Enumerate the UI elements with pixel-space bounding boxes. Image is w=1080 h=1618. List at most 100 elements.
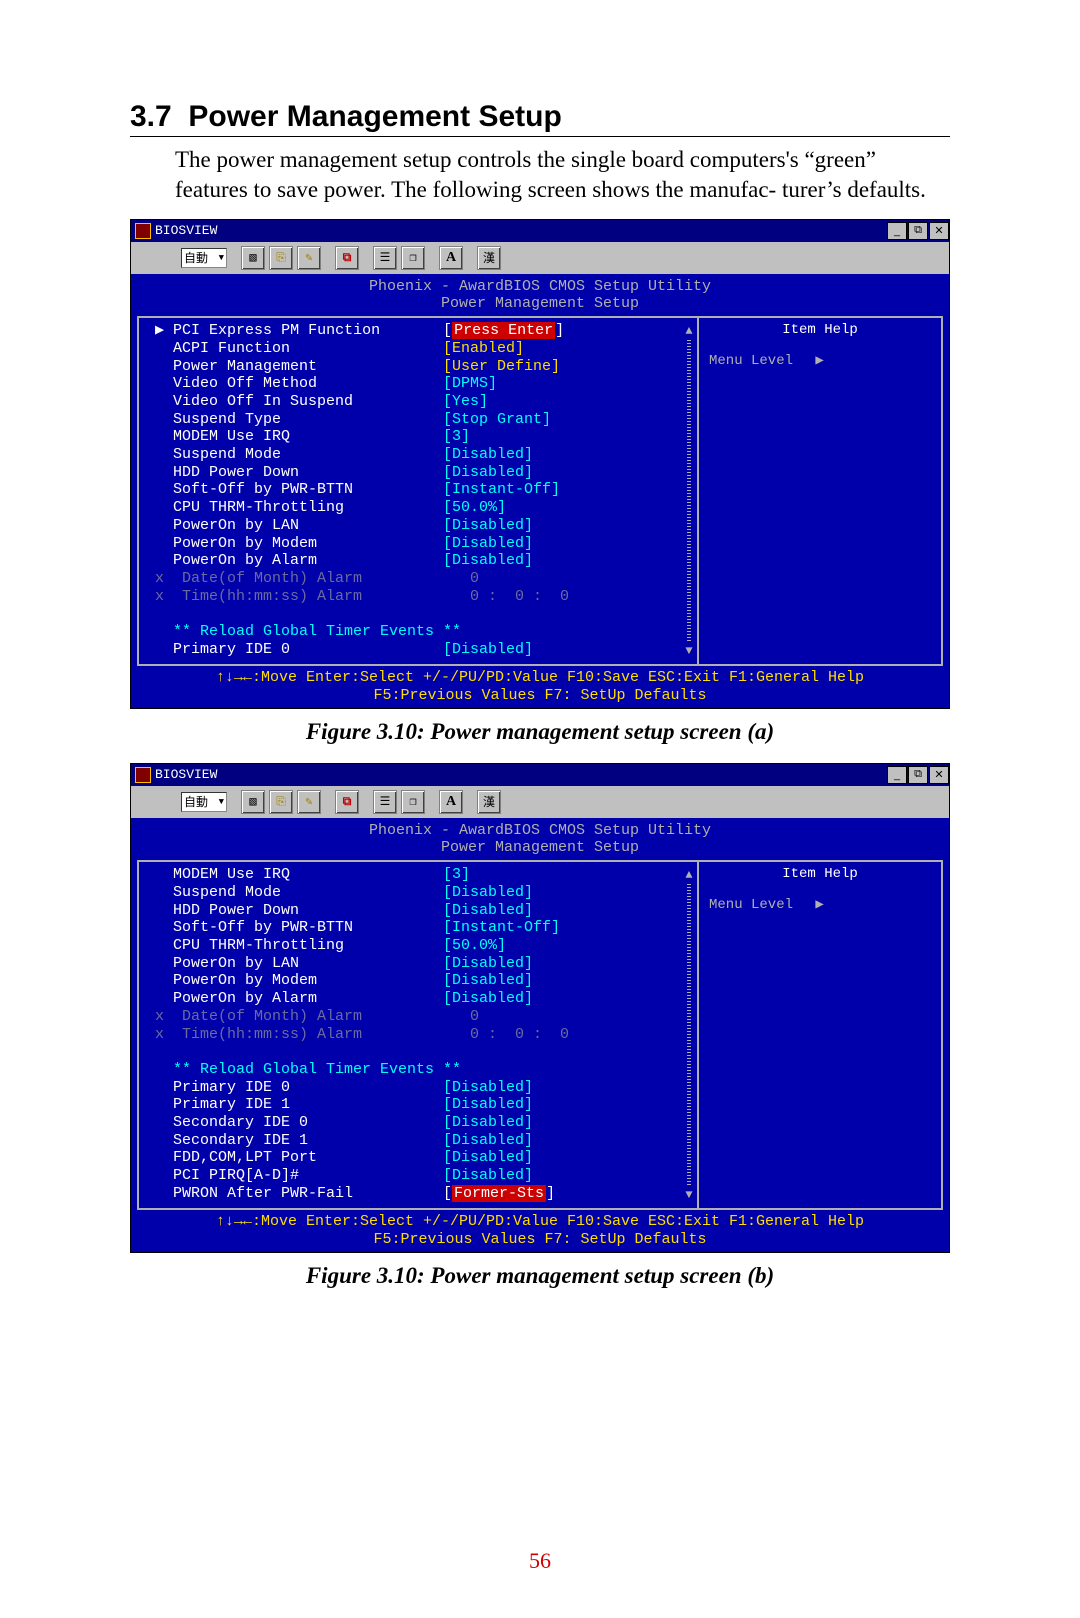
row-pointer (155, 1132, 173, 1150)
properties-icon[interactable]: ☰ (373, 246, 397, 270)
paste-icon[interactable]: ✎ (297, 246, 321, 270)
section-paragraph: The power management setup controls the … (175, 145, 950, 205)
bios-row[interactable]: MODEM Use IRQ[3] (155, 866, 697, 884)
app-icon (135, 223, 151, 239)
bios-row[interactable]: PWRON After PWR-Fail[Former-Sts] (155, 1185, 697, 1203)
window-title: BIOSVIEW (155, 223, 886, 238)
row-pointer (155, 1149, 173, 1167)
bios-row[interactable]: PCI PIRQ[A-D]#[Disabled] (155, 1167, 697, 1185)
bios-row-value: [Disabled] (443, 535, 533, 553)
bios-row[interactable]: x Time(hh:mm:ss) Alarm 0 : 0 : 0 (155, 588, 697, 606)
properties-icon[interactable]: ☰ (373, 790, 397, 814)
copy-icon[interactable]: ⎘ (269, 790, 293, 814)
bios-row[interactable]: Suspend Mode[Disabled] (155, 446, 697, 464)
bios-row[interactable]: Soft-Off by PWR-BTTN[Instant-Off] (155, 919, 697, 937)
bios-row-value: [50.0%] (443, 937, 506, 955)
bios-row-value: [3] (443, 866, 470, 884)
bios-row[interactable]: Secondary IDE 0[Disabled] (155, 1114, 697, 1132)
toolbar-select[interactable]: 自動▼ (181, 792, 227, 812)
bios-row[interactable]: FDD,COM,LPT Port[Disabled] (155, 1149, 697, 1167)
bios-row-value: [User Define] (443, 358, 560, 376)
row-pointer (155, 919, 173, 937)
minimize-button[interactable]: _ (887, 766, 907, 784)
bios-row[interactable]: Soft-Off by PWR-BTTN[Instant-Off] (155, 481, 697, 499)
row-pointer (155, 446, 173, 464)
fullscreen-icon[interactable]: ⧉ (335, 790, 359, 814)
close-button[interactable]: ✕ (929, 766, 949, 784)
row-pointer (155, 375, 173, 393)
bios-row[interactable]: MODEM Use IRQ[3] (155, 428, 697, 446)
font-button[interactable]: A (439, 246, 463, 270)
minimize-button[interactable]: _ (887, 222, 907, 240)
toolbar-select[interactable]: 自動▼ (181, 248, 227, 268)
marquee-icon[interactable]: ▧ (241, 790, 265, 814)
scrollbar[interactable]: ▲ ▼ (685, 868, 693, 1202)
bios-main-panel[interactable]: ▶ PCI Express PM Function[Press Enter] A… (137, 316, 697, 666)
background-icon[interactable]: ❐ (401, 246, 425, 270)
bios-row-value: [Enabled] (443, 340, 524, 358)
background-icon[interactable]: ❐ (401, 790, 425, 814)
bios-row-label: PowerOn by Alarm (173, 990, 443, 1008)
bios-row[interactable]: PowerOn by Alarm[Disabled] (155, 990, 697, 1008)
row-pointer: x (155, 1008, 182, 1026)
row-pointer (155, 1079, 173, 1097)
bios-screenshot-a: BIOSVIEW _ ⧉ ✕ 自動▼ ▧ ⎘ ✎ ⧉ ☰ ❐ A 漢 Pho (130, 219, 950, 709)
bios-row-value: [Disabled] (443, 902, 533, 920)
help-menu-level: Menu Level ▶ (709, 352, 931, 369)
row-pointer (155, 866, 173, 884)
app-icon (135, 767, 151, 783)
bios-row[interactable]: x Time(hh:mm:ss) Alarm 0 : 0 : 0 (155, 1026, 697, 1044)
bios-row[interactable]: PowerOn by Modem[Disabled] (155, 972, 697, 990)
scrollbar[interactable]: ▲ ▼ (685, 324, 693, 658)
bios-row[interactable]: ACPI Function[Enabled] (155, 340, 697, 358)
bios-row[interactable]: x Date(of Month) Alarm 0 (155, 1008, 697, 1026)
bios-row[interactable]: CPU THRM-Throttling[50.0%] (155, 937, 697, 955)
paste-icon[interactable]: ✎ (297, 790, 321, 814)
marquee-icon[interactable]: ▧ (241, 246, 265, 270)
bios-row[interactable]: Secondary IDE 1[Disabled] (155, 1132, 697, 1150)
bios-row[interactable]: HDD Power Down[Disabled] (155, 902, 697, 920)
chevron-right-icon: ▶ (815, 897, 823, 913)
cjk-button[interactable]: 漢 (477, 790, 501, 814)
close-button[interactable]: ✕ (929, 222, 949, 240)
bios-row[interactable]: Primary IDE 0[Disabled] (155, 641, 697, 659)
bios-row-value: [Disabled] (443, 972, 533, 990)
row-pointer (155, 1096, 173, 1114)
bios-row-value: [Disabled] (443, 955, 533, 973)
bios-row[interactable]: PowerOn by Alarm[Disabled] (155, 552, 697, 570)
bios-row-value: [Instant-Off] (443, 919, 560, 937)
bios-main-panel[interactable]: MODEM Use IRQ[3] Suspend Mode[Disabled] … (137, 860, 697, 1210)
cjk-button[interactable]: 漢 (477, 246, 501, 270)
fullscreen-icon[interactable]: ⧉ (335, 246, 359, 270)
bios-row[interactable]: Suspend Mode[Disabled] (155, 884, 697, 902)
row-pointer (155, 428, 173, 446)
bios-row[interactable]: ▶ PCI Express PM Function[Press Enter] (155, 322, 697, 340)
figure-caption-a: Figure 3.10: Power management setup scre… (130, 719, 950, 745)
maximize-button[interactable]: ⧉ (908, 766, 928, 784)
bios-row[interactable]: PowerOn by Modem[Disabled] (155, 535, 697, 553)
bios-row-label: PCI Express PM Function (173, 322, 443, 340)
bios-row-label: PowerOn by Modem (173, 535, 443, 553)
bios-row[interactable]: PowerOn by LAN[Disabled] (155, 517, 697, 535)
bios-row[interactable]: Primary IDE 0[Disabled] (155, 1079, 697, 1097)
bios-row[interactable]: CPU THRM-Throttling[50.0%] (155, 499, 697, 517)
bios-row[interactable]: HDD Power Down[Disabled] (155, 464, 697, 482)
font-button[interactable]: A (439, 790, 463, 814)
bios-row[interactable]: Video Off Method[DPMS] (155, 375, 697, 393)
section-title-text: Power Management Setup (188, 100, 561, 133)
bios-row[interactable]: Power Management[User Define] (155, 358, 697, 376)
bios-help-panel: Item Help Menu Level ▶ (697, 316, 943, 666)
row-pointer (155, 955, 173, 973)
bios-row-label: CPU THRM-Throttling (173, 937, 443, 955)
bios-row[interactable]: Suspend Type[Stop Grant] (155, 411, 697, 429)
bios-row[interactable]: Primary IDE 1[Disabled] (155, 1096, 697, 1114)
bios-row[interactable]: Video Off In Suspend[Yes] (155, 393, 697, 411)
row-pointer (155, 1114, 173, 1132)
bios-row[interactable]: PowerOn by LAN[Disabled] (155, 955, 697, 973)
bios-row[interactable]: x Date(of Month) Alarm 0 (155, 570, 697, 588)
maximize-button[interactable]: ⧉ (908, 222, 928, 240)
bios-row-value: [Instant-Off] (443, 481, 560, 499)
copy-icon[interactable]: ⎘ (269, 246, 293, 270)
bios-row-value: [Disabled] (443, 990, 533, 1008)
dropdown-icon: ▼ (219, 797, 224, 807)
